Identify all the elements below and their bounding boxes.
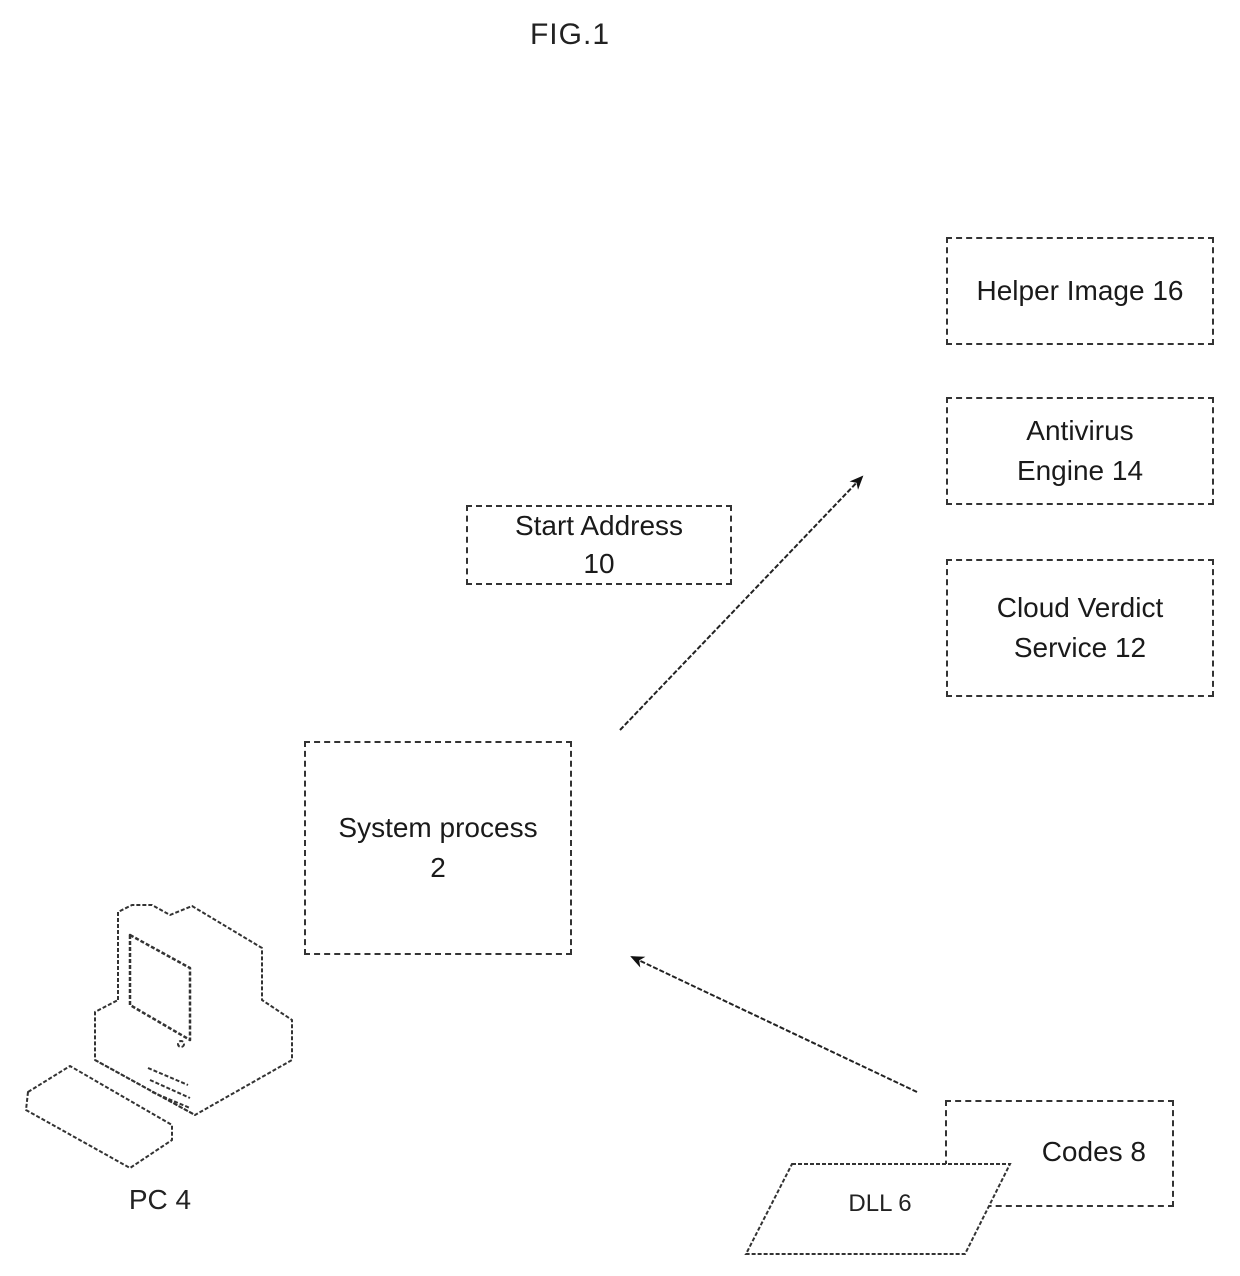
arrow-codes-to-system xyxy=(630,956,918,1093)
pc-icon xyxy=(25,904,293,1169)
arrow-system-to-antivirus xyxy=(619,475,864,731)
diagram-graphics xyxy=(25,475,1012,1255)
dll-label: DLL 6 xyxy=(848,1190,912,1217)
pc-label: PC 4 xyxy=(128,1184,192,1215)
pc-power-button xyxy=(177,1040,185,1048)
pc-monitor-outline xyxy=(94,904,293,1116)
